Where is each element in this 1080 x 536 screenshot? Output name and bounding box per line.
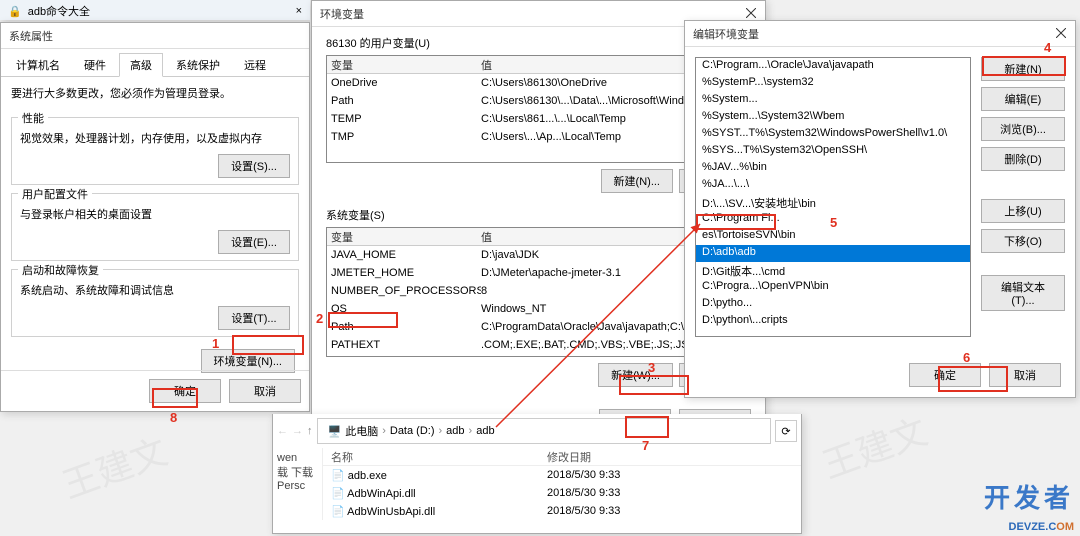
annot-8: 8 — [170, 410, 177, 425]
file-row[interactable]: 📄 AdbWinUsbApi.dll2018/5/30 9:33 — [323, 502, 801, 520]
path-row[interactable]: %JA...\...\ — [696, 177, 970, 194]
group-startup-desc: 系统启动、系统故障和调试信息 — [20, 282, 290, 298]
tab-remote[interactable]: 远程 — [233, 53, 277, 76]
window-title: 系统属性 — [9, 28, 53, 44]
browse-button[interactable]: 浏览(B)... — [981, 117, 1065, 141]
path-row[interactable]: %SYS...T%\System32\OpenSSH\ — [696, 143, 970, 160]
path-row[interactable]: es\TortoiseSVN\bin — [696, 228, 970, 245]
edit-env-window: 编辑环境变量 C:\Program...\Oracle\Java\javapat… — [684, 20, 1076, 398]
path-row[interactable]: %SYST...T%\System32\WindowsPowerShell\v1… — [696, 126, 970, 143]
delete-button[interactable]: 删除(D) — [981, 147, 1065, 171]
back-icon[interactable]: ← — [277, 425, 288, 437]
watermark: 王建文 — [814, 403, 933, 489]
tab-computer-name[interactable]: 计算机名 — [5, 53, 71, 76]
sys-new-button[interactable]: 新建(W)... — [598, 363, 673, 387]
breadcrumb[interactable]: 🖥️此电脑› Data (D:)› adb› adb — [317, 418, 772, 444]
side-item[interactable]: Persc — [277, 480, 318, 492]
user-new-button[interactable]: 新建(N)... — [601, 169, 673, 193]
up-button[interactable]: 上移(U) — [981, 199, 1065, 223]
devze-logo: 开发者 DEVZE.COM — [984, 486, 1074, 534]
path-row[interactable]: %JAV...%\bin — [696, 160, 970, 177]
col-name[interactable]: 名称 — [331, 449, 531, 465]
side-item[interactable]: wen — [277, 452, 318, 464]
path-row[interactable]: D:\adb\adb — [696, 245, 970, 262]
path-row[interactable]: %System...\System32\Wbem — [696, 109, 970, 126]
path-row[interactable]: D:\pytho... — [696, 296, 970, 313]
file-row[interactable]: 📄 AdbWinApi.dll2018/5/30 9:33 — [323, 484, 801, 502]
path-list[interactable]: C:\Program...\Oracle\Java\javapath%Syste… — [695, 57, 971, 337]
edit-button[interactable]: 编辑(E) — [981, 87, 1065, 111]
down-button[interactable]: 下移(O) — [981, 229, 1065, 253]
close-icon[interactable]: × — [296, 5, 302, 17]
ok-button[interactable]: 确定 — [909, 363, 981, 387]
tabbar: 计算机名 硬件 高级 系统保护 远程 — [1, 49, 309, 77]
path-row[interactable]: D:\python\...cripts — [696, 313, 970, 330]
path-row[interactable]: C:\Program...\Oracle\Java\javapath — [696, 58, 970, 75]
group-profile-desc: 与登录帐户相关的桌面设置 — [20, 206, 290, 222]
edit-text-button[interactable]: 编辑文本(T)... — [981, 275, 1065, 311]
tab-hardware[interactable]: 硬件 — [73, 53, 117, 76]
bc-seg[interactable]: Data (D:) — [386, 425, 439, 437]
group-performance-title: 性能 — [18, 110, 48, 126]
bc-seg[interactable]: 此电脑 — [345, 423, 378, 439]
col-date[interactable]: 修改日期 — [547, 449, 591, 465]
path-row[interactable]: %SystemP...\system32 — [696, 75, 970, 92]
tab-title: adb命令大全 — [28, 3, 90, 19]
path-row[interactable]: C:\Program Fi... — [696, 211, 970, 228]
tab-protection[interactable]: 系统保护 — [165, 53, 231, 76]
bc-seg[interactable]: adb — [442, 425, 468, 437]
file-row[interactable]: 📄 adb.exe2018/5/30 9:33 — [323, 466, 801, 484]
ok-button[interactable]: 确定 — [149, 379, 221, 403]
path-row[interactable]: D:\Git版本...\cmd — [696, 262, 970, 279]
system-properties-window: 系统属性 计算机名 硬件 高级 系统保护 远程 要进行大多数更改，您必须作为管理… — [0, 22, 310, 412]
side-item[interactable]: 载 下载 — [277, 464, 318, 480]
path-row[interactable]: D:\...\SV...\安装地址\bin — [696, 194, 970, 211]
lock-icon: 🔒 — [8, 5, 22, 18]
window-title: 编辑环境变量 — [693, 26, 759, 42]
path-row[interactable]: C:\Progra...\OpenVPN\bin — [696, 279, 970, 296]
group-startup-title: 启动和故障恢复 — [18, 262, 103, 278]
forward-icon[interactable]: → — [292, 425, 303, 437]
window-title: 环境变量 — [320, 6, 364, 22]
tab-advanced[interactable]: 高级 — [119, 53, 163, 77]
settings-s-button[interactable]: 设置(S)... — [218, 154, 290, 178]
up-icon[interactable]: ↑ — [307, 425, 313, 437]
pc-icon: 🖥️ — [328, 425, 342, 438]
cancel-button[interactable]: 取消 — [229, 379, 301, 403]
new-button[interactable]: 新建(N) — [981, 57, 1065, 81]
bc-seg[interactable]: adb — [472, 425, 498, 437]
settings-e-button[interactable]: 设置(E)... — [218, 230, 290, 254]
admin-note: 要进行大多数更改，您必须作为管理员登录。 — [1, 77, 309, 109]
cancel-button[interactable]: 取消 — [989, 363, 1061, 387]
group-profile-title: 用户配置文件 — [18, 186, 92, 202]
close-icon[interactable] — [1051, 24, 1071, 42]
col-var: 变量 — [331, 229, 481, 245]
explorer-window: ← → ↑ 🖥️此电脑› Data (D:)› adb› adb ⟳ wen 载… — [272, 414, 802, 534]
path-row[interactable]: %System... — [696, 92, 970, 109]
col-var: 变量 — [331, 57, 481, 73]
watermark: 王建文 — [54, 423, 173, 509]
settings-t-button[interactable]: 设置(T)... — [218, 306, 290, 330]
group-performance-desc: 视觉效果，处理器计划，内存使用，以及虚拟内存 — [20, 130, 290, 146]
refresh-icon[interactable]: ⟳ — [775, 420, 797, 442]
